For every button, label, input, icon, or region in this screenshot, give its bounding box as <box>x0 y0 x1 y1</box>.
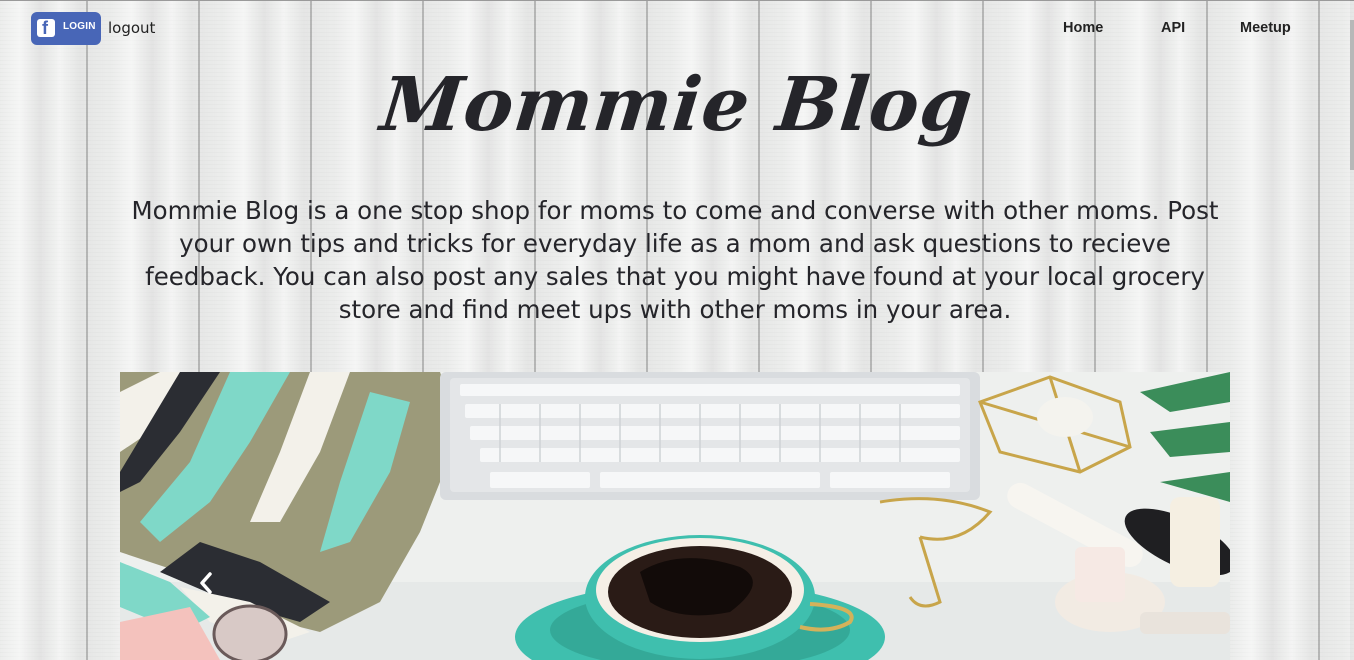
login-label: LOGIN <box>63 21 96 32</box>
image-carousel[interactable] <box>120 372 1230 660</box>
logout-link[interactable]: logout <box>108 19 155 37</box>
nav-home[interactable]: Home <box>1063 20 1103 40</box>
page-title: Mommie Blog <box>376 62 978 148</box>
scrollbar-thumb[interactable] <box>1350 20 1354 170</box>
facebook-login-button[interactable]: f LOGIN <box>31 12 101 45</box>
nav-api[interactable]: API <box>1161 20 1185 40</box>
chevron-left-icon <box>200 572 212 594</box>
carousel-slide-image <box>120 372 1230 660</box>
carousel-prev-button[interactable] <box>194 568 218 598</box>
top-bar: f LOGIN logout Home API Meetup <box>0 0 1354 60</box>
facebook-icon: f <box>37 18 55 38</box>
nav-meetup[interactable]: Meetup <box>1240 20 1291 40</box>
page-scrollbar[interactable] <box>1350 0 1354 660</box>
site-description: Mommie Blog is a one stop shop for moms … <box>131 196 1219 324</box>
